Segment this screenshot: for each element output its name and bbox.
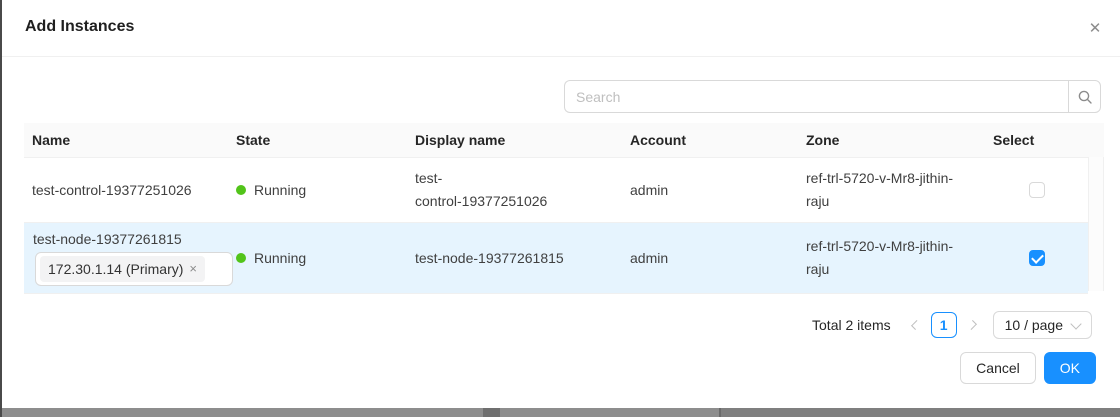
dimmed-background-page [0, 408, 1120, 417]
page-size-select[interactable]: 10 / page [993, 311, 1092, 339]
modal-header: Add Instances ✕ [0, 0, 1120, 57]
search-bar [564, 80, 1101, 113]
cell-name: test-control-19377251026 [24, 182, 228, 198]
cell-account: admin [622, 250, 798, 266]
background-segment [721, 408, 1120, 417]
select-checkbox[interactable] [1029, 182, 1045, 198]
close-button[interactable]: ✕ [1083, 16, 1107, 40]
cancel-button[interactable]: Cancel [960, 352, 1036, 384]
page-size-value: 10 / page [1005, 317, 1063, 333]
select-checkbox[interactable] [1029, 250, 1045, 266]
running-status-dot-icon [236, 185, 246, 195]
chevron-right-icon [967, 320, 977, 330]
state-label: Running [254, 182, 306, 198]
chevron-down-icon [1070, 318, 1081, 329]
search-button[interactable] [1068, 80, 1101, 113]
instance-name: test-node-19377261815 [33, 231, 220, 247]
ok-button[interactable]: OK [1044, 352, 1096, 384]
name-with-nic: test-node-19377261815 172.30.1.14 (Prima… [32, 231, 220, 286]
cell-display-name: test- control-19377251026 [407, 167, 622, 213]
cell-account: admin [622, 182, 798, 198]
ip-tag-label: 172.30.1.14 (Primary) [48, 261, 183, 277]
modal-title: Add Instances [25, 18, 134, 36]
column-header-zone: Zone [798, 132, 985, 148]
column-header-state: State [228, 132, 407, 148]
table-row[interactable]: test-node-19377261815 172.30.1.14 (Prima… [24, 223, 1088, 294]
cell-select [985, 250, 1088, 266]
close-icon: ✕ [1089, 19, 1102, 37]
page-left-edge [0, 0, 2, 417]
cell-name: test-node-19377261815 172.30.1.14 (Prima… [24, 231, 228, 286]
table-row[interactable]: test-control-19377251026 Running test- c… [24, 158, 1088, 223]
state-label: Running [254, 250, 306, 266]
cell-zone: ref-trl-5720-v-Mr8-jithin- raju [798, 167, 985, 213]
next-page-button[interactable] [963, 312, 981, 338]
cell-display-name: test-node-19377261815 [407, 250, 622, 266]
column-header-select: Select [985, 132, 1104, 148]
previous-page-button[interactable] [907, 312, 925, 338]
column-header-display-name: Display name [407, 132, 622, 148]
cell-state: Running [228, 182, 407, 198]
modal-footer: Cancel OK [960, 352, 1096, 384]
nic-select[interactable]: 172.30.1.14 (Primary) × [35, 252, 233, 286]
background-segment [0, 408, 483, 417]
tag-remove-icon[interactable]: × [189, 262, 197, 275]
chevron-left-icon [911, 320, 921, 330]
table-header-row: Name State Display name Account Zone Sel… [24, 123, 1104, 158]
background-segment [483, 408, 500, 417]
search-icon [1077, 89, 1093, 105]
pagination-total: Total 2 items [812, 317, 891, 333]
cell-select [985, 182, 1088, 198]
background-segment [500, 408, 719, 417]
add-instances-modal: Add Instances ✕ Name State Display name … [0, 0, 1120, 417]
cell-state: Running [228, 250, 407, 266]
search-input[interactable] [564, 80, 1068, 113]
ip-tag: 172.30.1.14 (Primary) × [40, 256, 205, 282]
column-header-account: Account [622, 132, 798, 148]
column-header-name: Name [24, 132, 228, 148]
running-status-dot-icon [236, 253, 246, 263]
current-page-button[interactable]: 1 [931, 312, 957, 338]
table-scrollbar[interactable] [1088, 157, 1104, 291]
instances-table: Name State Display name Account Zone Sel… [24, 123, 1104, 294]
cell-zone: ref-trl-5720-v-Mr8-jithin- raju [798, 235, 985, 281]
pagination: Total 2 items 1 10 / page [812, 311, 1092, 339]
